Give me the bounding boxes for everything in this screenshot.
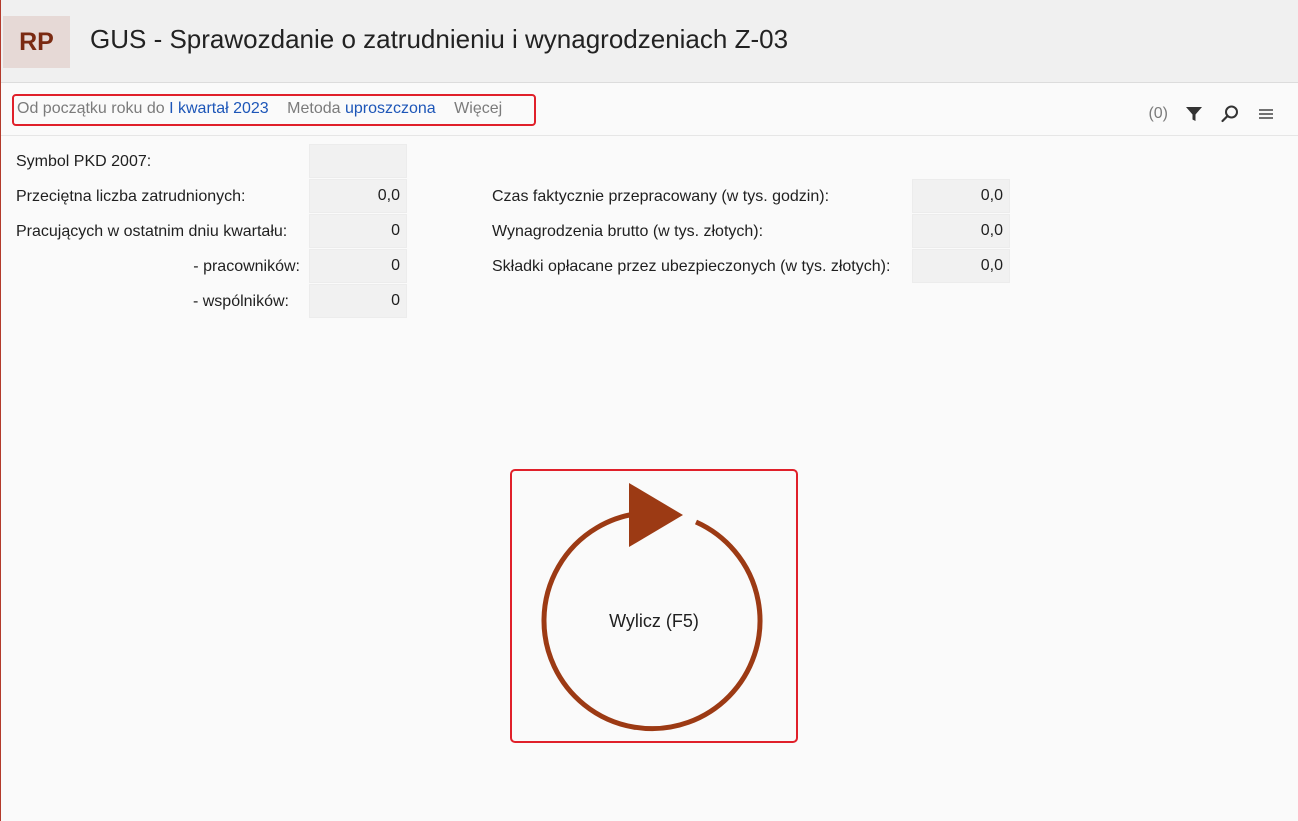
app-badge: RP (3, 16, 70, 68)
more-filters-link[interactable]: Więcej (454, 100, 502, 117)
field-insured-contributions[interactable]: 0,0 (912, 249, 1010, 283)
calculate-button[interactable]: Wylicz (F5) (510, 469, 798, 743)
field-gross-salary[interactable]: 0,0 (912, 214, 1010, 248)
label-partners: - wspólników: (192, 293, 289, 310)
page-title: GUS - Sprawozdanie o zatrudnieniu i wyna… (90, 24, 789, 54)
field-workers[interactable]: 0 (309, 249, 407, 283)
search-icon[interactable] (1218, 102, 1242, 126)
filter-icon[interactable] (1182, 102, 1206, 126)
field-partners[interactable]: 0 (309, 284, 407, 318)
label-insured-contributions: Składki opłacane przez ubezpieczonych (w… (492, 258, 891, 275)
refresh-icon (541, 483, 763, 732)
label-avg-employees: Przeciętna liczba zatrudnionych: (16, 188, 246, 205)
filter-summary: Od początku roku do I kwartał 2023 Metod… (17, 100, 502, 118)
field-employed-last-day[interactable]: 0 (309, 214, 407, 248)
label-hours-worked: Czas faktycznie przepracowany (w tys. go… (492, 188, 830, 205)
period-link[interactable]: I kwartał 2023 (169, 100, 269, 117)
filter-bar: Od początku roku do I kwartał 2023 Metod… (1, 84, 1298, 136)
label-employed-last-day: Pracujących w ostatnim dniu kwartału: (16, 223, 288, 240)
page-header: RP GUS - Sprawozdanie o zatrudnieniu i w… (1, 0, 1298, 83)
toolbar: (0) (1148, 102, 1278, 126)
period-prefix: Od początku roku do (17, 100, 165, 117)
label-workers: - pracowników: (193, 258, 300, 275)
field-avg-employees[interactable]: 0,0 (309, 179, 407, 213)
label-symbol-pkd: Symbol PKD 2007: (16, 153, 152, 170)
label-gross-salary: Wynagrodzenia brutto (w tys. złotych): (492, 223, 764, 240)
method-link[interactable]: uproszczona (345, 100, 436, 117)
menu-icon[interactable] (1254, 102, 1278, 126)
method-prefix: Metoda (287, 100, 341, 117)
field-hours-worked[interactable]: 0,0 (912, 179, 1010, 213)
field-symbol-pkd[interactable] (309, 144, 407, 178)
calculate-label: Wylicz (F5) (609, 611, 699, 631)
filter-count: (0) (1148, 105, 1168, 122)
